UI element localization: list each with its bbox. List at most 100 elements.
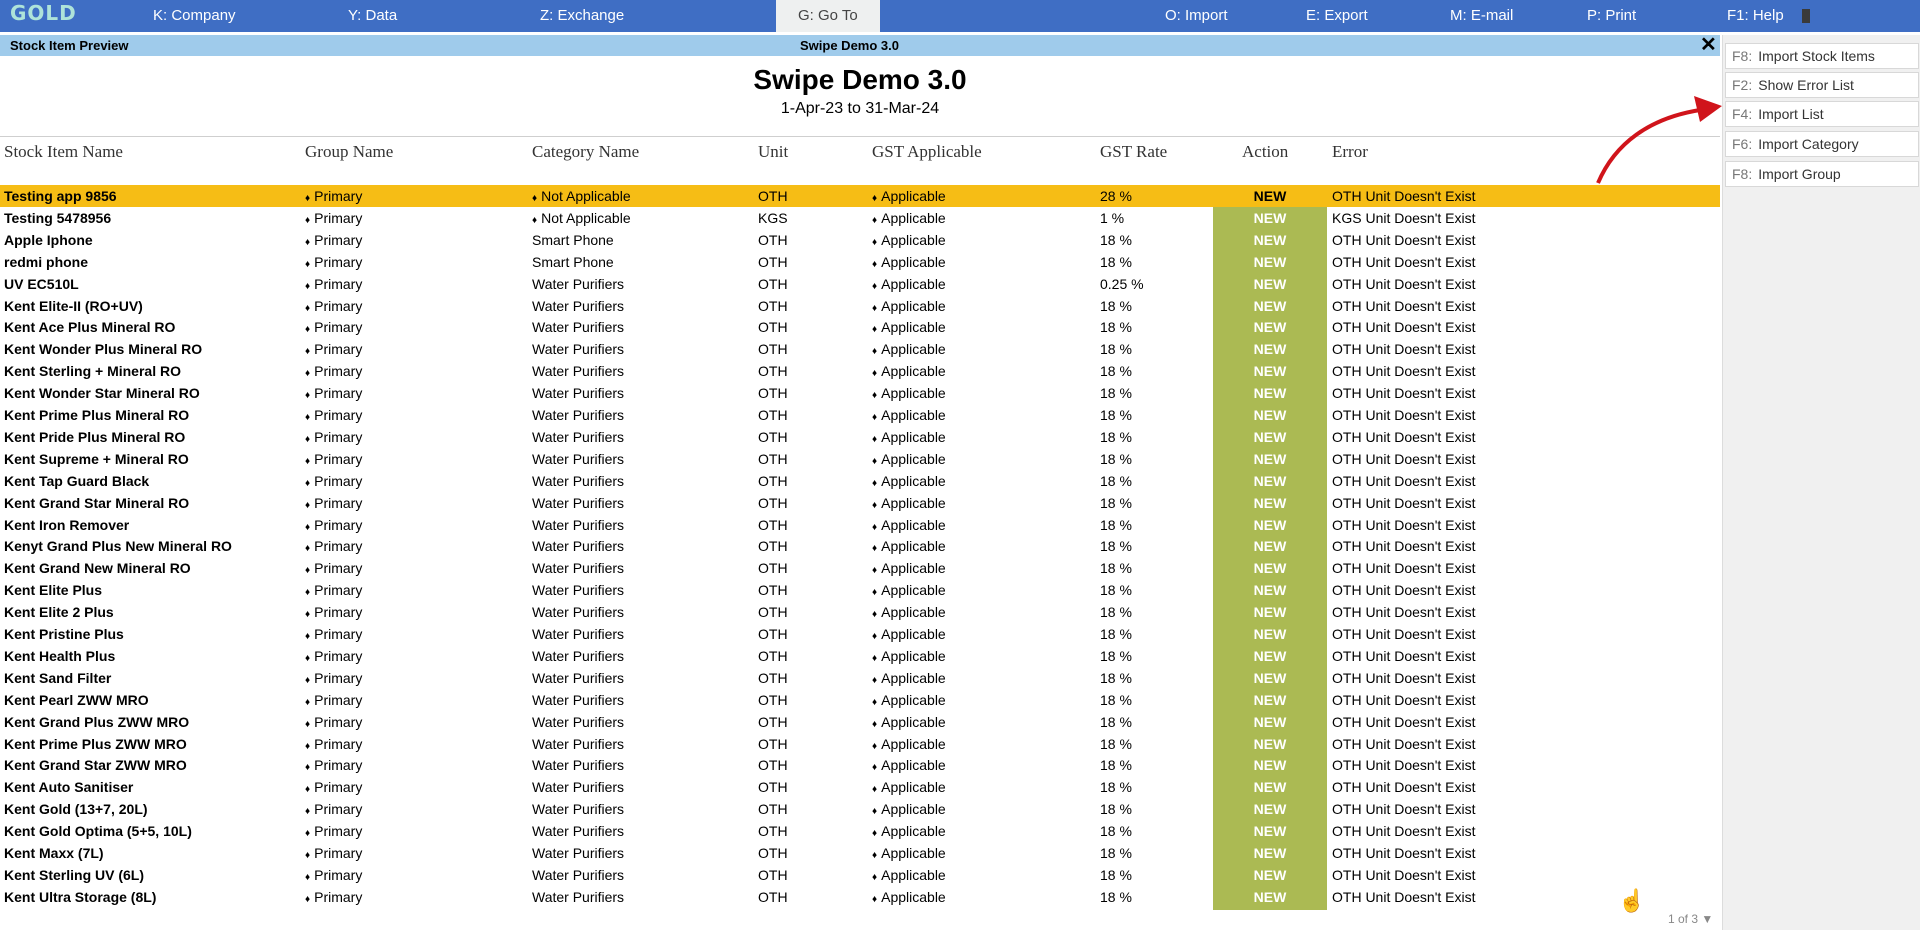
table-row[interactable]: Kent Grand Plus ZWW MRO ♦ Primary Water Pur…: [0, 711, 1720, 733]
cell-action-text: NEW: [1253, 297, 1287, 314]
menu-item-e-mail[interactable]: M: E-mail: [1450, 0, 1513, 32]
table-row[interactable]: Kent Elite 2 Plus ♦ Primary Water Purifiers…: [0, 601, 1720, 623]
table-row[interactable]: Kent Sterling + Mineral RO ♦ Primary Water …: [0, 360, 1720, 382]
cell-gst-rate: 18 %: [1100, 733, 1132, 755]
rp-button-import-list[interactable]: F4: Import List: [1725, 101, 1919, 127]
cell-action-text: NEW: [1253, 450, 1287, 467]
table-row[interactable]: Kent Health Plus ♦ Primary Water Purifiers O…: [0, 645, 1720, 667]
table-row[interactable]: Kent Prime Plus ZWW MRO ♦ Primary Water Pur…: [0, 733, 1720, 755]
cell-stock-item-name: Kent Maxx (7L): [4, 842, 104, 864]
table-row[interactable]: Kent Sand Filter ♦ Primary Water Purifiers O…: [0, 667, 1720, 689]
cell-stock-item-name: Kent Ultra Storage (8L): [4, 886, 156, 908]
cell-category-name-text: Water Purifiers: [532, 801, 625, 818]
table-row[interactable]: Kent Wonder Star Mineral RO ♦ Primary Water…: [0, 382, 1720, 404]
table-row[interactable]: Kent Grand Star ZWW MRO ♦ Primary Water Pur…: [0, 754, 1720, 776]
subheader-company: Swipe Demo 3.0: [800, 38, 899, 53]
cell-stock-item-name: Testing app 9856: [4, 185, 117, 207]
table-row[interactable]: Kent Maxx (7L) ♦ Primary Water Purifiers OTH…: [0, 842, 1720, 864]
table-row[interactable]: Testing app 9856 ♦ Primary ♦ Not Applicable O…: [0, 185, 1720, 207]
table-row[interactable]: Testing 5478956 ♦ Primary ♦ Not Applicable KG…: [0, 207, 1720, 229]
table-row[interactable]: Kent Ultra Storage (8L) ♦ Primary Water Pur…: [0, 886, 1720, 908]
menu-item-data[interactable]: Y: Data: [348, 0, 397, 32]
table-row[interactable]: Kent Pristine Plus ♦ Primary Water Purifier…: [0, 623, 1720, 645]
cell-gst-rate: 18 %: [1100, 426, 1132, 448]
cell-stock-item-name: Kent Ace Plus Mineral RO: [4, 316, 175, 338]
rp-button-label: Show Error List: [1758, 77, 1854, 93]
cell-unit: OTH: [758, 448, 788, 470]
cell-unit-text: KGS: [758, 209, 788, 226]
table-row[interactable]: Kent Prime Plus Mineral RO ♦ Primary Water …: [0, 404, 1720, 426]
table-row[interactable]: Kent Elite-II (RO+UV) ♦ Primary Water Purif…: [0, 295, 1720, 317]
cell-unit-text: OTH: [758, 385, 788, 402]
cell-gst-rate: 18 %: [1100, 448, 1132, 470]
cell-group-name-text: Primary: [314, 209, 363, 226]
cell-unit-text: OTH: [758, 275, 788, 292]
cell-gst-rate: 18 %: [1100, 623, 1132, 645]
cell-action-text: NEW: [1253, 801, 1287, 818]
rp-button-show-error-list[interactable]: F2: Show Error List: [1725, 72, 1919, 98]
cell-unit: OTH: [758, 579, 788, 601]
cell-action: NEW: [1213, 689, 1327, 711]
page-info[interactable]: 1 of 3 ▼: [1668, 912, 1713, 926]
cell-action-text: NEW: [1253, 823, 1287, 840]
cell-error: OTH Unit Doesn't Exist: [1332, 842, 1476, 864]
menu-item-help[interactable]: F1: Help: [1727, 0, 1784, 32]
table-row[interactable]: Kent Ace Plus Mineral RO ♦ Primary Water Pu…: [0, 316, 1720, 338]
cell-action-text: NEW: [1253, 647, 1287, 664]
table-row[interactable]: Kent Gold (13+7, 20L) ♦ Primary Water Purif…: [0, 798, 1720, 820]
cell-category-name-text: Water Purifiers: [532, 407, 625, 423]
table-row[interactable]: Kent Grand Star Mineral RO ♦ Primary Water …: [0, 492, 1720, 514]
diamond-icon: ♦: [872, 762, 878, 774]
diamond-icon: ♦: [872, 718, 878, 730]
cell-error-text: OTH Unit Doesn't Exist: [1332, 297, 1476, 314]
cell-group-name-text: Primary: [314, 604, 363, 621]
menu-item-export[interactable]: E: Export: [1306, 0, 1368, 32]
close-icon[interactable]: ✕: [1700, 34, 1717, 56]
cell-group-name-text: Primary: [314, 363, 363, 380]
table-row[interactable]: Kent Gold Optima (5+5, 10L) ♦ Primary Water…: [0, 820, 1720, 842]
cell-action: NEW: [1213, 273, 1327, 295]
cell-gst-rate: 18 %: [1100, 864, 1132, 886]
menu-item-import[interactable]: O: Import: [1165, 0, 1228, 32]
cell-unit-text: OTH: [758, 626, 788, 642]
cell-gst-rate: 18 %: [1100, 382, 1132, 404]
table-row[interactable]: Kenyt Grand Plus New Mineral RO ♦ Primary W…: [0, 535, 1720, 557]
menu-item-exchange[interactable]: Z: Exchange: [540, 0, 624, 32]
rp-button-import-stock-items[interactable]: F8: Import Stock Items: [1725, 43, 1919, 69]
cell-error: OTH Unit Doesn't Exist: [1332, 645, 1476, 667]
menu-item-company[interactable]: K: Company: [153, 0, 236, 32]
rp-button-import-group[interactable]: F8: Import Group: [1725, 161, 1919, 187]
menu-item-go-to[interactable]: G: Go To: [776, 0, 880, 32]
cell-unit: OTH: [758, 798, 788, 820]
cell-category-name-text: Water Purifiers: [532, 866, 625, 883]
table-row[interactable]: Kent Elite Plus ♦ Primary Water Purifiers OT…: [0, 579, 1720, 601]
cell-action-text: NEW: [1253, 691, 1287, 708]
cell-stock-item-name-text: Kent Elite Plus: [4, 582, 103, 599]
cell-gst-rate-text: 18 %: [1100, 801, 1132, 818]
menu-item-print[interactable]: P: Print: [1587, 0, 1636, 32]
cell-action-text: NEW: [1253, 428, 1287, 445]
diamond-icon: ♦: [305, 587, 311, 599]
table-row[interactable]: Kent Supreme + Mineral RO ♦ Primary Water P…: [0, 448, 1720, 470]
table-row[interactable]: UV EC510L ♦ Primary Water Purifiers OTH ♦ Appl…: [0, 273, 1720, 295]
table-row[interactable]: Kent Iron Remover ♦ Primary Water Purifiers…: [0, 514, 1720, 536]
table-row[interactable]: Kent Auto Sanitiser ♦ Primary Water Purifie…: [0, 776, 1720, 798]
table-row[interactable]: Apple Iphone ♦ Primary Smart Phone OTH ♦ Appli…: [0, 229, 1720, 251]
table-row[interactable]: Kent Grand New Mineral RO ♦ Primary Water P…: [0, 557, 1720, 579]
cell-stock-item-name-text: UV EC510L: [4, 275, 79, 292]
table-row[interactable]: Kent Sterling UV (6L) ♦ Primary Water Purif…: [0, 864, 1720, 886]
cell-action: NEW: [1213, 207, 1327, 229]
cell-gst-rate-text: 18 %: [1100, 253, 1132, 270]
cell-unit-text: OTH: [758, 253, 788, 270]
table-row[interactable]: Kent Tap Guard Black ♦ Primary Water Purifi…: [0, 470, 1720, 492]
cell-gst-rate-text: 18 %: [1100, 428, 1132, 445]
rp-button-import-category[interactable]: F6: Import Category: [1725, 131, 1919, 157]
table-row[interactable]: redmi phone ♦ Primary Smart Phone OTH ♦ Applic…: [0, 251, 1720, 273]
table-row[interactable]: Kent Pearl ZWW MRO ♦ Primary Water Purifier…: [0, 689, 1720, 711]
cell-action-text: NEW: [1253, 253, 1287, 270]
cell-error: OTH Unit Doesn't Exist: [1332, 514, 1476, 536]
table-row[interactable]: Kent Wonder Plus Mineral RO ♦ Primary Water…: [0, 338, 1720, 360]
cell-unit: OTH: [758, 667, 788, 689]
cell-gst-rate-text: 18 %: [1100, 626, 1132, 642]
table-row[interactable]: Kent Pride Plus Mineral RO ♦ Primary Water …: [0, 426, 1720, 448]
